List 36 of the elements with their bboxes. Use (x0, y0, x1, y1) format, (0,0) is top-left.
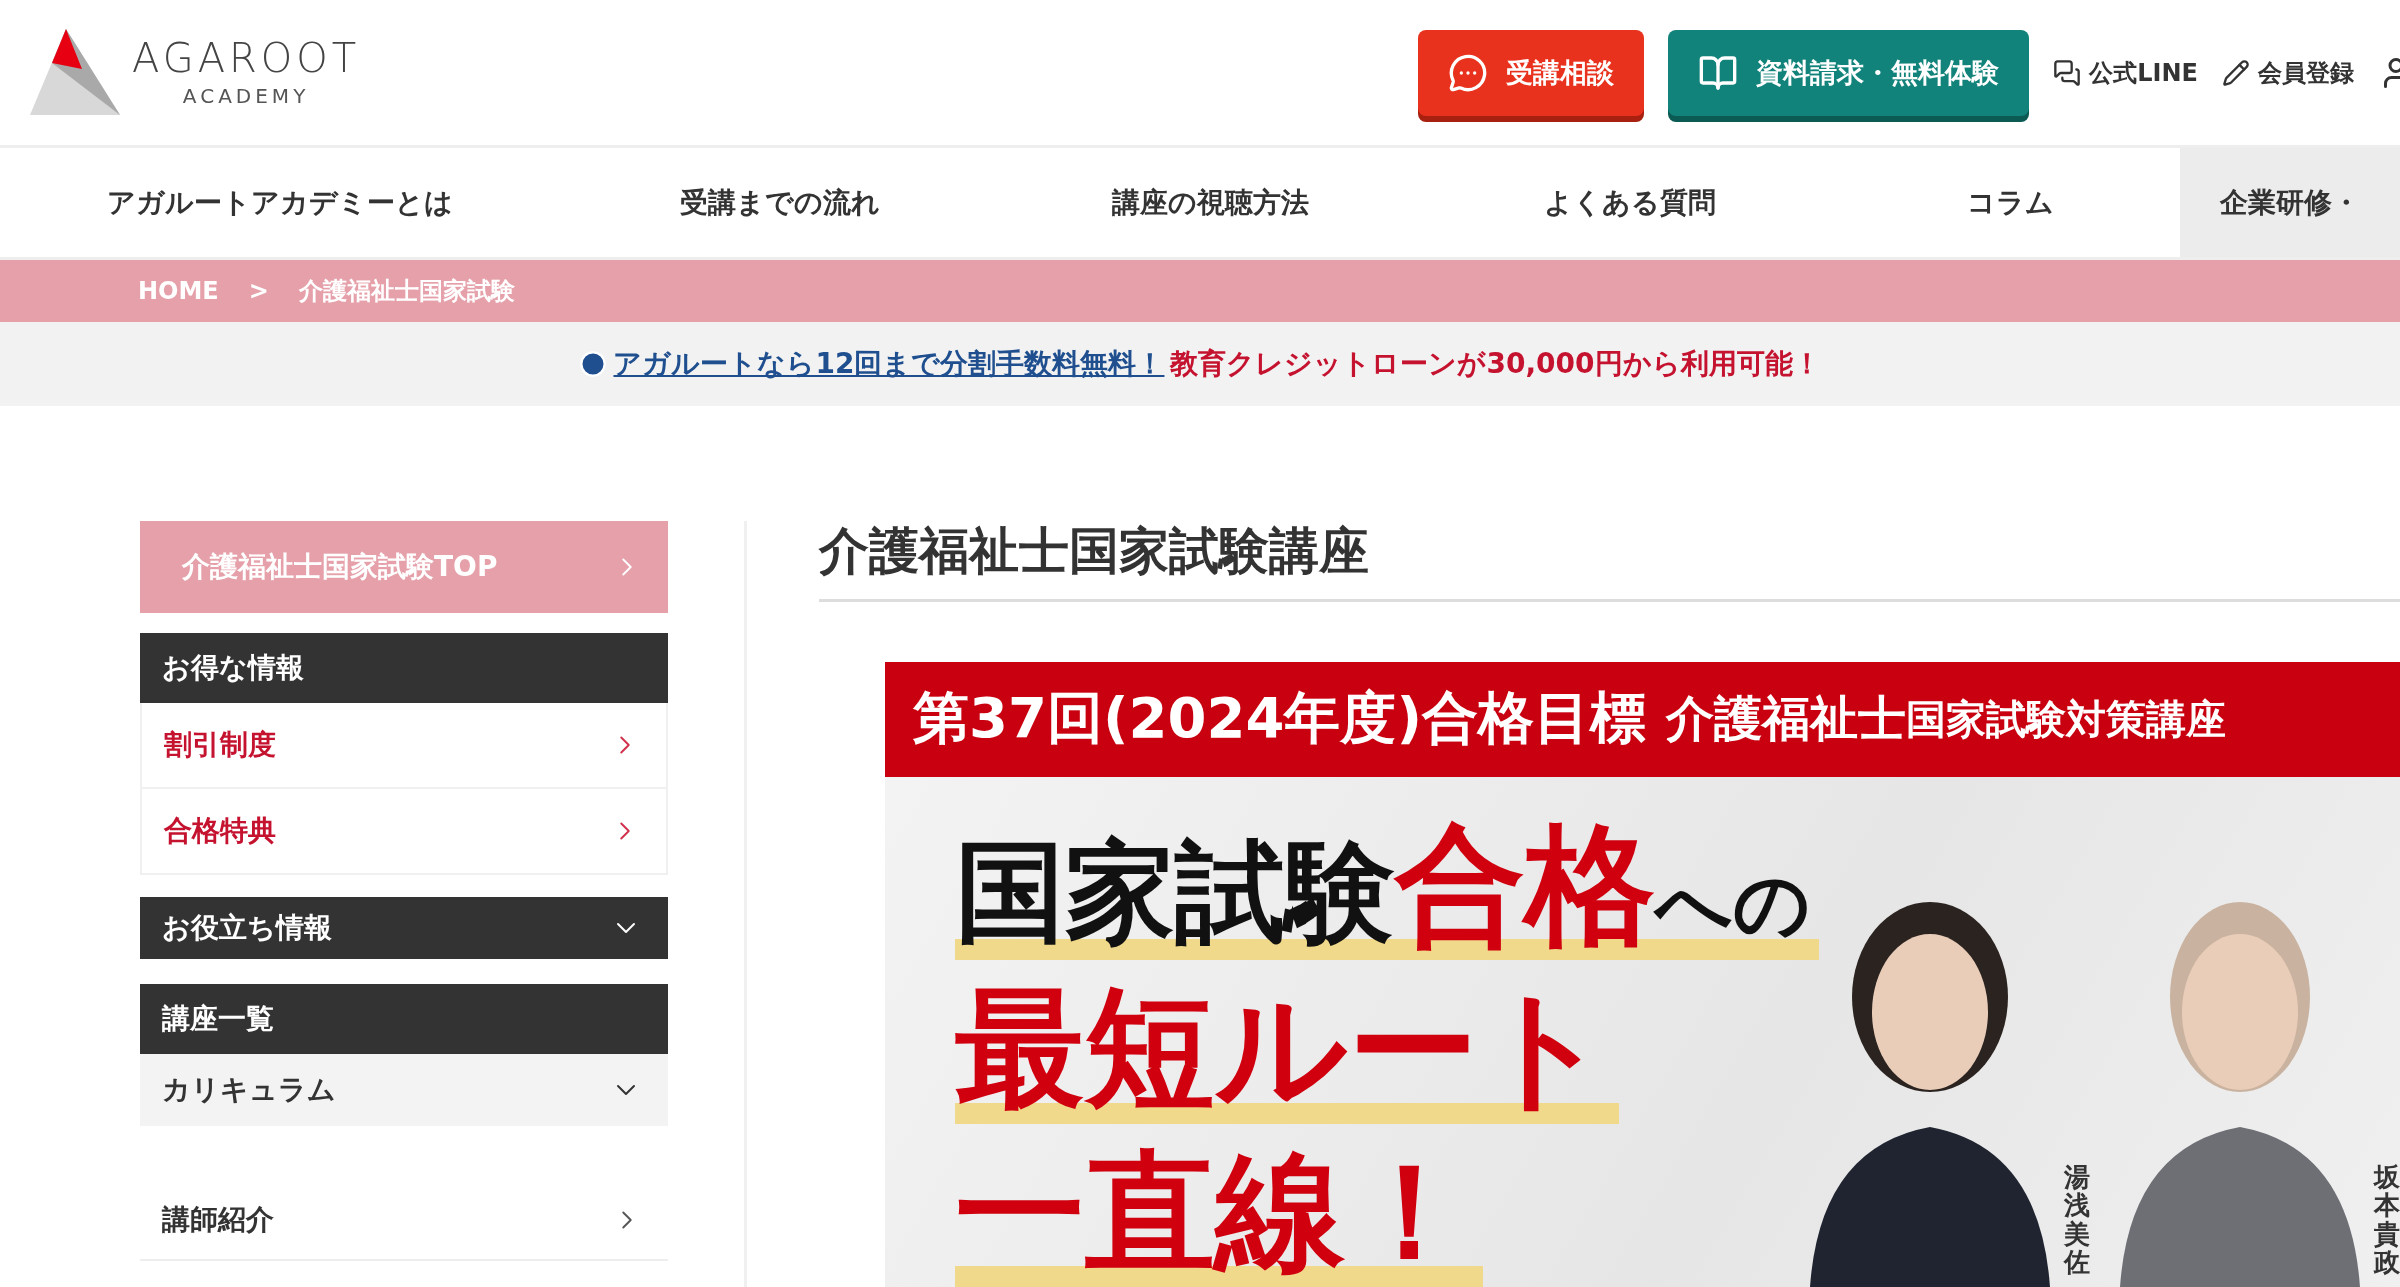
sidebar-label: 講座一覧 (162, 1001, 274, 1037)
chat-bubble-icon (2053, 58, 2082, 87)
header-link[interactable]: 会員登録 (2222, 56, 2354, 89)
sidebar-label: カリキュラム (162, 1072, 336, 1108)
header-link[interactable]: 公式LINE (2053, 56, 2198, 89)
breadcrumb-current: 介護福祉士国家試験 (298, 276, 515, 307)
header-link-label: 会員登録 (2258, 57, 2354, 89)
banner-headline: 国家試験 (955, 828, 1395, 955)
banner-headline: への (1655, 859, 1811, 947)
sidebar-item[interactable]: 合格特典 (140, 789, 668, 875)
notice-link[interactable]: アガルートなら12回まで分割手数料無料！ (613, 345, 1165, 383)
page-title: 介護福祉士国家試験講座 (819, 521, 2400, 602)
logo-name: AGAROOT (132, 37, 361, 78)
sidebar-label: 講師紹介 (162, 1202, 274, 1238)
sidebar-label: お得な情報 (162, 650, 304, 686)
instructor-name: 坂本貴政 (2374, 1162, 2400, 1277)
breadcrumb-separator: > (248, 277, 269, 305)
sidebar-item[interactable]: 割引制度 (140, 703, 668, 789)
sidebar-item[interactable]: カリキュラム (140, 1054, 668, 1126)
banner-band-text: 介護福祉士 (1666, 689, 1906, 749)
sidebar-label: 介護福祉士国家試験TOP (182, 549, 498, 585)
notice-text: 教育クレジットローンが30,000円から利用可能！ (1170, 346, 1821, 382)
sidebar-label: 合格特典 (164, 813, 276, 849)
header-link-label: 公式LINE (2089, 57, 2198, 89)
instructor-name: 湯浅美佐 (2064, 1162, 2090, 1277)
pencil-icon (2222, 58, 2250, 87)
sidebar-label: お役立ち情報 (162, 910, 332, 946)
banner-headline: 一直線！ (955, 1137, 1475, 1287)
banner-headline: 合格 (1395, 810, 1655, 960)
banner-band-text: 第37回(2024年度)合格目標 (913, 684, 1646, 753)
banner-headline: 最短ルート (955, 974, 1611, 1124)
sidebar-label: 割引制度 (164, 727, 276, 763)
logo-subtitle: ACADEMY (182, 83, 310, 108)
sidebar-toggle[interactable]: お役立ち情報 (140, 897, 668, 959)
banner-band-text: 国家試験対策講座 (1906, 694, 2226, 744)
chat-bubble-icon (1448, 52, 1489, 93)
